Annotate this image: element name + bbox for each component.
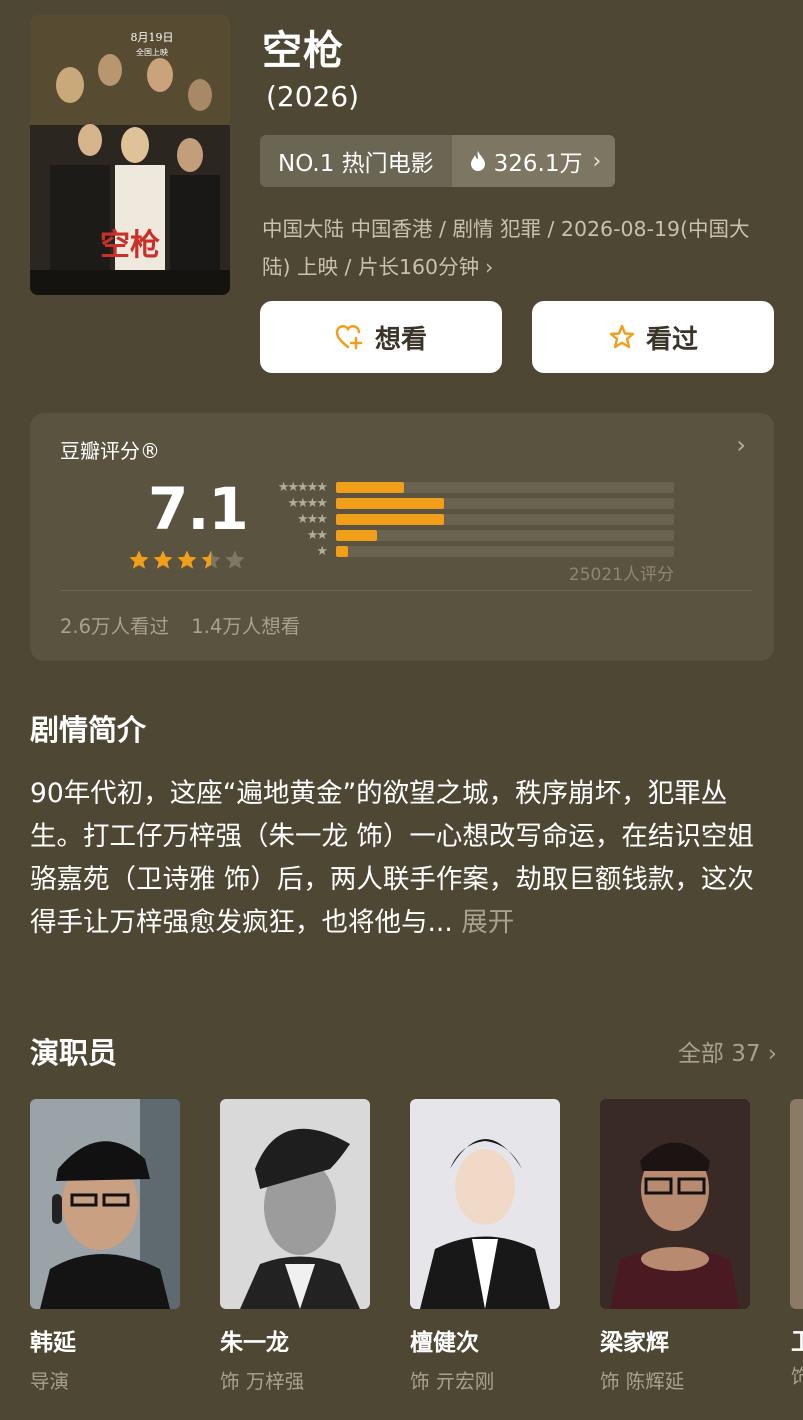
cast-role: 饰 陈辉延 [600, 1370, 685, 1393]
cast-photo [220, 1099, 370, 1309]
seen-label: 看过 [645, 324, 698, 355]
synopsis-heading: 剧情简介 [30, 713, 147, 747]
cast-photo [30, 1099, 180, 1309]
distribution-track [336, 482, 674, 493]
movie-year: (2026) [266, 80, 360, 113]
meta-text: 中国大陆 中国香港 / 剧情 犯罪 / 2026-08-19(中国大陆) 上映 … [262, 217, 750, 279]
expand-link[interactable]: 展开 [461, 907, 514, 938]
heart-plus-icon [335, 325, 363, 350]
distribution-row: ★★ [256, 528, 676, 544]
chevron-right-icon: › [767, 1041, 777, 1067]
star-outline-icon [609, 324, 635, 349]
cast-role: 饰 万梓强 [220, 1370, 305, 1393]
distribution-track [336, 546, 674, 557]
cast-name-partial: 卫 [791, 1329, 803, 1355]
cast-name: 朱一龙 [220, 1330, 289, 1356]
distribution-star-label: ★★★ [297, 512, 328, 527]
heat-section[interactable]: 326.1万 › [451, 135, 616, 187]
cast-photo [410, 1099, 560, 1309]
cast-name: 梁家辉 [600, 1330, 669, 1356]
synopsis-text: 90年代初，这座“遍地黄金”的欲望之城，秩序崩坏，犯罪丛生。打工仔万梓强（朱一龙… [30, 778, 754, 938]
synopsis[interactable]: 90年代初，这座“遍地黄金”的欲望之城，秩序崩坏，犯罪丛生。打工仔万梓强（朱一龙… [30, 772, 775, 944]
rating-distribution: ★★★★★ ★★★★ ★★★ ★★ ★ [256, 480, 676, 560]
poster-release-text: 全国上映 [136, 47, 168, 57]
chevron-right-icon: › [592, 148, 602, 174]
cast-name: 韩延 [30, 1330, 76, 1356]
star-filled-icon [153, 550, 173, 569]
cast-name: 檀健次 [410, 1330, 479, 1356]
distribution-track [336, 498, 674, 509]
movie-title: 空枪 [262, 28, 344, 74]
distribution-bar [336, 482, 404, 493]
rating-count: 25021人评分 [568, 565, 674, 585]
star-filled-icon [177, 550, 197, 569]
rating-footer: 2.6万人看过 1.4万人想看 [60, 610, 316, 639]
distribution-row: ★★★★ [256, 496, 676, 512]
rating-stars [128, 549, 246, 570]
cast-photo [600, 1099, 750, 1309]
poster-title-text: 空枪 [100, 228, 160, 263]
chevron-right-icon: › [485, 255, 494, 279]
rating-source-label: 豆瓣评分® [60, 439, 160, 463]
distribution-track [336, 530, 674, 541]
distribution-row: ★ [256, 544, 676, 560]
chevron-right-icon: › [736, 431, 746, 459]
distribution-star-label: ★ [316, 544, 328, 559]
movie-poster[interactable]: 空枪 8月19日 全国上映 [30, 15, 230, 295]
poster-date-text: 8月19日 [131, 31, 174, 44]
distribution-row: ★★★★★ [256, 480, 676, 496]
watched-button[interactable]: 看过 [532, 301, 774, 373]
distribution-bar [336, 514, 445, 525]
cast-list: 韩延 导演 朱一龙 饰 万梓强 檀健次 饰 亓宏刚 梁家辉 饰 陈辉延 [30, 1099, 750, 1394]
star-filled-icon [129, 550, 149, 569]
distribution-star-label: ★★ [306, 528, 328, 543]
cast-member[interactable]: 朱一龙 饰 万梓强 [220, 1099, 370, 1394]
distribution-star-label: ★★★★★ [277, 480, 328, 495]
cast-photo-partial[interactable] [790, 1099, 803, 1309]
cast-role: 饰 亓宏刚 [410, 1370, 495, 1393]
distribution-bar [336, 530, 377, 541]
movie-meta[interactable]: 中国大陆 中国香港 / 剧情 犯罪 / 2026-08-19(中国大陆) 上映 … [262, 210, 772, 286]
rating-card[interactable]: 豆瓣评分® › 7.1 ★★★★★ ★★★★ ★★★ ★★ ★ 25021人评分 2.6… [30, 413, 774, 661]
watched-count: 2.6万人看过 [60, 615, 170, 638]
rank-label: NO.1 热门电影 [260, 135, 452, 187]
rank-badge[interactable]: NO.1 热门电影 326.1万 › [260, 135, 616, 187]
flame-icon [470, 151, 485, 171]
distribution-star-label: ★★★★ [287, 496, 328, 511]
distribution-track [336, 514, 674, 525]
cast-role: 导演 [30, 1370, 70, 1393]
divider [60, 590, 752, 591]
cast-member[interactable]: 韩延 导演 [30, 1099, 180, 1394]
wants-count: 1.4万人想看 [191, 615, 301, 638]
distribution-bar [336, 546, 348, 557]
star-half-icon [201, 550, 221, 569]
want-label: 想看 [374, 324, 427, 355]
cast-all-label: 全部 37 [677, 1041, 761, 1067]
rating-score: 7.1 [148, 475, 249, 543]
star-empty-icon [225, 550, 245, 569]
distribution-row: ★★★ [256, 512, 676, 528]
cast-all-link[interactable]: 全部 37 › [678, 1034, 777, 1068]
cast-member[interactable]: 梁家辉 饰 陈辉延 [600, 1099, 750, 1394]
distribution-bar [336, 498, 445, 509]
want-to-watch-button[interactable]: 想看 [260, 301, 502, 373]
cast-member[interactable]: 檀健次 饰 亓宏刚 [410, 1099, 560, 1394]
cast-role-partial: 饰 [791, 1365, 803, 1388]
movie-detail-page: 空枪 8月19日 全国上映 空枪 (2026) NO.1 热门电影 326.1万… [0, 0, 803, 1420]
cast-heading: 演职员 [30, 1036, 118, 1070]
heat-value: 326.1万 [493, 151, 583, 177]
